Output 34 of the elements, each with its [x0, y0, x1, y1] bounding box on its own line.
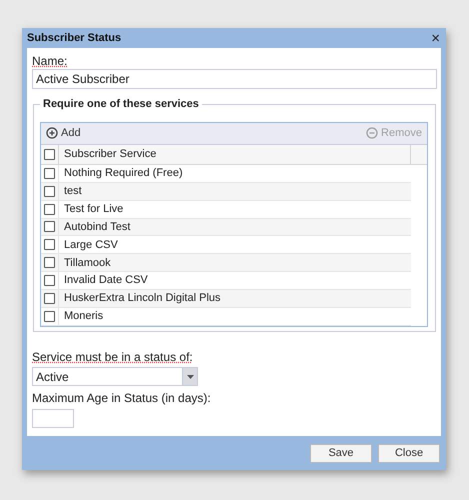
table-cell-text: test	[63, 184, 82, 199]
table-cell-text: Autobind Test	[63, 220, 130, 235]
checkbox[interactable]	[44, 239, 55, 250]
status-select[interactable]: Active	[32, 367, 198, 386]
close-dialog-button[interactable]: Close	[378, 444, 440, 463]
field-label: Maximum Age in Status (in days):	[32, 391, 211, 405]
table-cell-text: Invalid Date CSV	[63, 273, 148, 288]
checkbox[interactable]	[44, 168, 55, 179]
save-button[interactable]: Save	[310, 444, 372, 463]
checkbox[interactable]	[44, 204, 55, 215]
table-cell-text: Tillamook	[63, 256, 111, 271]
add-button[interactable]: Add	[46, 125, 81, 142]
caret-icon	[186, 374, 194, 378]
checkbox[interactable]	[44, 275, 55, 286]
table-cell-text: Nothing Required (Free)	[63, 166, 183, 181]
field-label: Name:	[32, 54, 68, 68]
plus-icon	[46, 127, 58, 140]
field-label: Service must be in a status of:	[32, 350, 193, 364]
name-field[interactable]: Active Subscriber	[32, 69, 437, 89]
checkbox[interactable]	[44, 293, 55, 304]
age-field[interactable]	[32, 409, 74, 428]
table-cell-text: Large CSV	[63, 238, 118, 253]
checkbox[interactable]	[44, 186, 55, 197]
close-button[interactable]: ×	[431, 30, 440, 46]
minus-icon	[366, 127, 378, 140]
checkbox[interactable]	[44, 221, 55, 232]
checkbox[interactable]	[44, 148, 55, 160]
checkbox[interactable]	[44, 311, 55, 322]
table-cell-text: Test for Live	[63, 202, 124, 217]
table-cell-text: Moneris	[63, 309, 104, 324]
table-cell-text: HuskerExtra Lincoln Digital Plus	[63, 291, 221, 306]
fieldset-legend: Require one of these services	[40, 97, 202, 111]
window-title: Subscriber Status	[27, 30, 122, 46]
checkbox[interactable]	[44, 257, 55, 268]
